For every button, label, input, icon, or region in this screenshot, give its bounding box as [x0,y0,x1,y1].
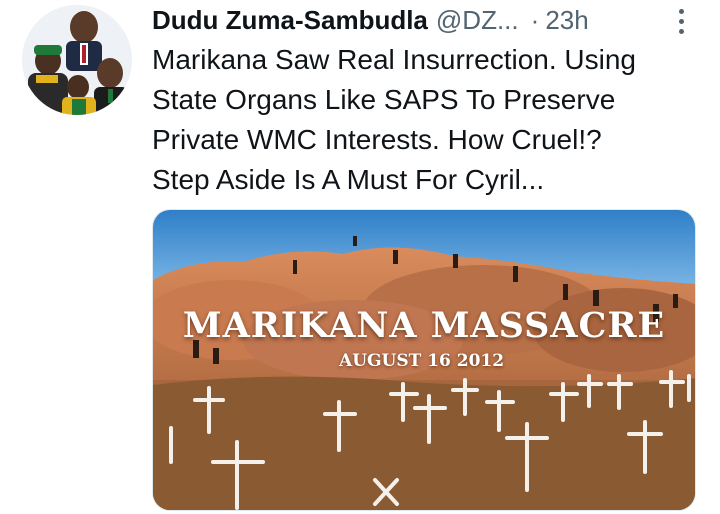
media-overlay-subtitle: AUGUST 16 2012 [339,351,505,371]
avatar-image [22,5,132,115]
tweet[interactable]: Dudu Zuma-Sambudla @DZ... · 23h Marikana… [0,0,720,514]
author-display-name[interactable]: Dudu Zuma-Sambudla [152,5,428,36]
more-dot [678,28,684,34]
more-dot [678,8,684,14]
media-overlay-title: MARIKANA MASSACRE [182,305,666,346]
author-handle[interactable]: @DZ... [436,5,519,36]
more-vertical-icon[interactable] [672,6,690,36]
tweet-media-image[interactable]: MARIKANA MASSACRE AUGUST 16 2012 [152,209,696,511]
avatar[interactable] [22,5,132,115]
more-dot [678,18,684,24]
header-separator: · [530,4,540,35]
tweet-text-line: Marikana Saw Real Insurrection. Using [152,44,636,75]
tweet-text: Marikana Saw Real Insurrection. Using St… [152,40,692,200]
tweet-text-line: Step Aside Is A Must For Cyril... [152,164,545,195]
tweet-text-line: State Organs Like SAPS To Preserve [152,84,616,115]
tweet-header: Dudu Zuma-Sambudla @DZ... · 23h [152,2,692,38]
tweet-timestamp[interactable]: 23h [545,5,588,36]
tweet-text-line: Private WMC Interests. How Cruel!? [152,124,602,155]
